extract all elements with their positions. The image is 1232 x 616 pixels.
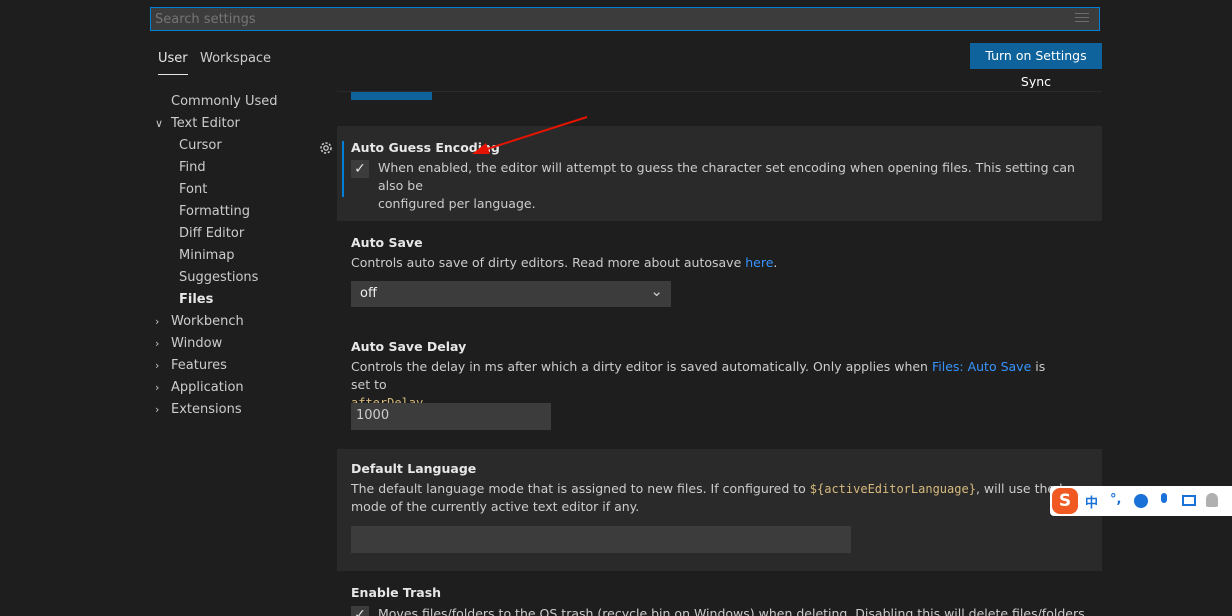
toc-item-extensions[interactable]: › Extensions [155,399,242,421]
chevron-right-icon: › [155,315,160,328]
chevron-right-icon: › [155,403,160,416]
autosave-here-link[interactable]: here [745,255,773,270]
setting-title: Enable Trash [351,585,442,600]
desc-line: configured per language. [378,196,536,211]
search-input[interactable] [155,8,1055,30]
auto-save-select[interactable]: off ⌄ [351,281,671,307]
chevron-down-icon: ∨ [155,117,164,130]
setting-description: Controls auto save of dirty editors. Rea… [351,254,777,272]
chevron-right-icon: › [155,359,160,372]
setting-title: Auto Save [351,235,423,250]
smiley-icon[interactable] [1134,494,1148,508]
desc-text: The default language mode that is assign… [351,481,806,496]
setting-auto-guess-encoding[interactable]: Auto Guess Encoding ✓ When enabled, the … [337,126,1102,221]
chevron-right-icon: › [155,381,160,394]
toc-item-text-editor[interactable]: ∨ Text Editor [155,113,240,135]
toc-label: Workbench [171,314,244,329]
toc-label: Commonly Used [171,94,278,109]
ime-toolbar[interactable]: S 中 °, [1050,486,1232,516]
auto-save-delay-input[interactable]: 1000 [351,403,551,430]
toc-item-suggestions[interactable]: Suggestions [179,267,258,289]
toc-item-minimap[interactable]: Minimap [179,245,235,267]
files-auto-save-link[interactable]: Files: Auto Save [932,359,1031,374]
toc-item-window[interactable]: › Window [155,333,222,355]
setting-auto-save: Auto Save Controls auto save of dirty ed… [337,221,1102,325]
toc-label: Text Editor [171,116,240,131]
toc-item-features[interactable]: › Features [155,355,227,377]
select-value: off [360,286,377,301]
setting-description: Moves files/folders to the OS trash (rec… [378,606,1085,616]
filter-icon[interactable] [1075,13,1089,25]
ime-mode-toggle[interactable]: 中 [1085,492,1098,511]
toc-item-application[interactable]: › Application [155,377,244,399]
auto-guess-encoding-checkbox[interactable]: ✓ [351,160,369,178]
microphone-icon[interactable] [1161,493,1167,503]
toc-item-commonly-used[interactable]: Commonly Used [171,91,278,113]
setting-description: The default language mode that is assign… [351,480,1102,516]
toc-item-cursor[interactable]: Cursor [179,135,222,157]
setting-default-language: Default Language The default language mo… [337,449,1102,571]
toc-item-files[interactable]: Files [179,289,213,311]
tab-user[interactable]: User [158,50,188,75]
desc-text: Controls auto save of dirty editors. Rea… [351,255,742,270]
annotation-arrow [472,116,588,154]
desc-text: . [773,255,778,270]
default-language-input[interactable] [351,526,851,553]
search-box[interactable] [150,7,1100,31]
scroll-shadow [337,88,1102,92]
toc-label: Application [171,380,244,395]
toc-item-diff-editor[interactable]: Diff Editor [179,223,244,245]
desc-line: mode of the currently active text editor… [351,499,640,514]
setting-description: When enabled, the editor will attempt to… [378,159,1098,213]
ime-punctuation-toggle[interactable]: °, [1110,492,1121,507]
toc-item-formatting[interactable]: Formatting [179,201,250,223]
toc-item-find[interactable]: Find [179,157,206,179]
toc-item-workbench[interactable]: › Workbench [155,311,244,333]
focus-indicator [342,141,344,197]
enable-trash-checkbox[interactable]: ✓ [351,606,369,616]
toc-label: Features [171,358,227,373]
code-value: ${activeEditorLanguage} [809,482,976,496]
settings-sync-button[interactable]: Turn on Settings Sync [970,43,1102,89]
gear-icon[interactable] [318,140,334,156]
setting-title: Auto Save Delay [351,339,467,354]
settings-list: Add Item Auto Guess Encoding ✓ When enab… [337,88,1102,616]
chevron-down-icon: ⌄ [650,282,663,300]
keyboard-icon[interactable] [1182,495,1196,506]
toc-label: Extensions [171,402,242,417]
toc-label: Window [171,336,223,351]
toc-item-font[interactable]: Font [179,179,207,201]
user-icon[interactable] [1206,493,1218,507]
ime-logo[interactable]: S [1052,488,1078,514]
tab-workspace[interactable]: Workspace [200,50,271,74]
setting-auto-save-delay: Auto Save Delay Controls the delay in ms… [337,325,1102,446]
chevron-right-icon: › [155,337,160,350]
desc-text: Controls the delay in ms after which a d… [351,359,928,374]
setting-enable-trash: Enable Trash ✓ Moves files/folders to th… [337,571,1102,616]
setting-title: Default Language [351,461,477,476]
